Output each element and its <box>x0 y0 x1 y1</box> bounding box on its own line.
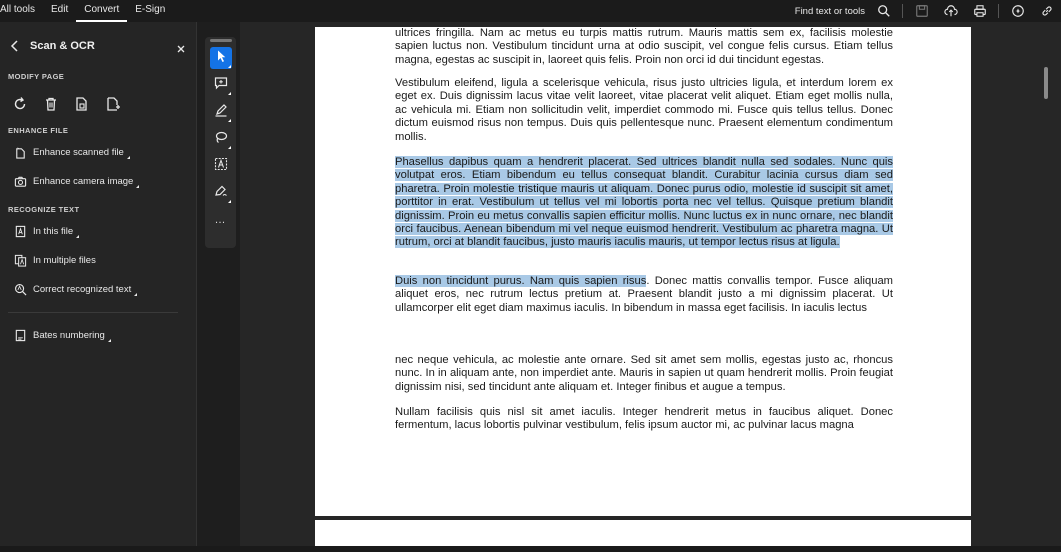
comment-tool[interactable] <box>210 74 232 96</box>
search-icon[interactable] <box>875 3 892 20</box>
insert-page-icon[interactable] <box>105 96 121 112</box>
more-tools-button[interactable]: … <box>210 209 232 231</box>
text-file-icon <box>14 225 27 238</box>
modify-page-tools <box>0 84 196 124</box>
back-chevron-icon[interactable] <box>8 39 22 53</box>
toolbar-divider <box>998 4 999 18</box>
toolbar-divider <box>902 4 903 18</box>
in-multiple-files-label: In multiple files <box>33 255 96 266</box>
vertical-scrollbar-thumb[interactable] <box>1044 67 1048 99</box>
extract-page-icon[interactable] <box>74 96 90 112</box>
submenu-indicator-icon <box>76 234 80 238</box>
paragraph-4: Duis non tincidunt purus. Nam quis sapie… <box>395 275 893 315</box>
paragraph-6: Nullam facilisis quis nisl sit amet iacu… <box>395 406 893 432</box>
correct-text-icon <box>14 283 27 296</box>
quick-tools-strip: … <box>205 37 236 248</box>
tab-e-sign[interactable]: E-Sign <box>127 0 173 22</box>
text-box-icon <box>214 157 228 176</box>
save-icon[interactable] <box>913 3 930 20</box>
correct-text-label: Correct recognized text <box>33 284 132 295</box>
selected-text[interactable]: Phasellus dapibus quam a hendrerit place… <box>395 156 893 249</box>
section-recognize-text: RECOGNIZE TEXT <box>8 205 80 214</box>
selected-text-partial[interactable]: Duis non tincidunt purus. Nam quis sapie… <box>395 275 647 287</box>
in-this-file-label: In this file <box>33 226 74 237</box>
document-viewer[interactable]: ultrices fringilla. Nam ac metus eu turp… <box>240 22 1061 552</box>
in-this-file-item[interactable]: In this file <box>0 217 196 246</box>
sign-tool[interactable] <box>210 182 232 204</box>
submenu-indicator-icon <box>134 292 138 296</box>
main-tabs: All tools Edit Convert E-Sign <box>0 0 173 22</box>
enhance-camera-label: Enhance camera image <box>33 176 134 187</box>
top-toolbar: All tools Edit Convert E-Sign Find text … <box>0 0 1061 22</box>
in-multiple-files-item[interactable]: In multiple files <box>0 246 196 275</box>
scan-ocr-panel: Scan & OCR MODIFY PAGE ENHANCE FILE Enha… <box>0 22 197 552</box>
close-icon[interactable] <box>176 41 186 53</box>
highlight-pen-icon <box>214 103 228 122</box>
multiple-files-icon <box>14 254 27 267</box>
enhance-scanned-icon <box>14 146 27 159</box>
select-tool[interactable] <box>209 47 232 69</box>
status-bar <box>0 546 1061 552</box>
enhance-camera-image-item[interactable]: Enhance camera image <box>0 167 196 196</box>
select-cursor-icon <box>214 49 228 68</box>
tab-all-tools[interactable]: All tools <box>0 0 43 22</box>
highlight-tool[interactable] <box>210 101 232 123</box>
correct-recognized-text-item[interactable]: Correct recognized text <box>0 275 196 304</box>
tab-convert[interactable]: Convert <box>76 0 128 22</box>
section-modify-page: MODIFY PAGE <box>8 72 65 81</box>
submenu-indicator-icon <box>136 184 140 188</box>
ai-assistant-icon[interactable] <box>1009 3 1026 20</box>
tab-edit[interactable]: Edit <box>43 0 76 22</box>
paragraph-5: nec neque vehicula, ac molestie ante orn… <box>395 354 893 393</box>
drag-handle[interactable] <box>209 39 232 42</box>
delete-icon[interactable] <box>43 96 59 112</box>
link-icon[interactable] <box>1038 3 1055 20</box>
find-text-button[interactable]: Find text or tools <box>795 6 865 17</box>
camera-icon <box>14 175 27 188</box>
paragraph-2: Vestibulum eleifend, ligula a scelerisqu… <box>395 77 893 143</box>
section-enhance-file: ENHANCE FILE <box>8 126 69 135</box>
enhance-scanned-label: Enhance scanned file <box>33 147 124 158</box>
enhance-scanned-file-item[interactable]: Enhance scanned file <box>0 138 196 167</box>
lasso-icon <box>214 130 228 149</box>
bates-numbering-item[interactable]: Bates numbering <box>0 321 196 350</box>
sign-icon <box>214 184 228 203</box>
paragraph-1: ultrices fringilla. Nam ac metus eu turp… <box>395 27 893 66</box>
panel-header: Scan & OCR <box>0 22 196 70</box>
bates-icon <box>14 329 27 342</box>
submenu-indicator-icon <box>107 338 111 342</box>
bates-label: Bates numbering <box>33 330 105 341</box>
paragraph-3: Phasellus dapibus quam a hendrerit place… <box>395 156 893 250</box>
rotate-icon[interactable] <box>12 96 28 112</box>
panel-divider <box>8 312 178 313</box>
text-box-tool[interactable] <box>210 155 232 177</box>
pdf-page[interactable]: ultrices fringilla. Nam ac metus eu turp… <box>315 27 971 516</box>
panel-title: Scan & OCR <box>30 40 95 52</box>
print-icon[interactable] <box>971 3 988 20</box>
submenu-indicator-icon <box>126 155 130 159</box>
upload-cloud-icon[interactable] <box>942 3 959 20</box>
draw-tool[interactable] <box>210 128 232 150</box>
comment-icon <box>214 76 228 95</box>
